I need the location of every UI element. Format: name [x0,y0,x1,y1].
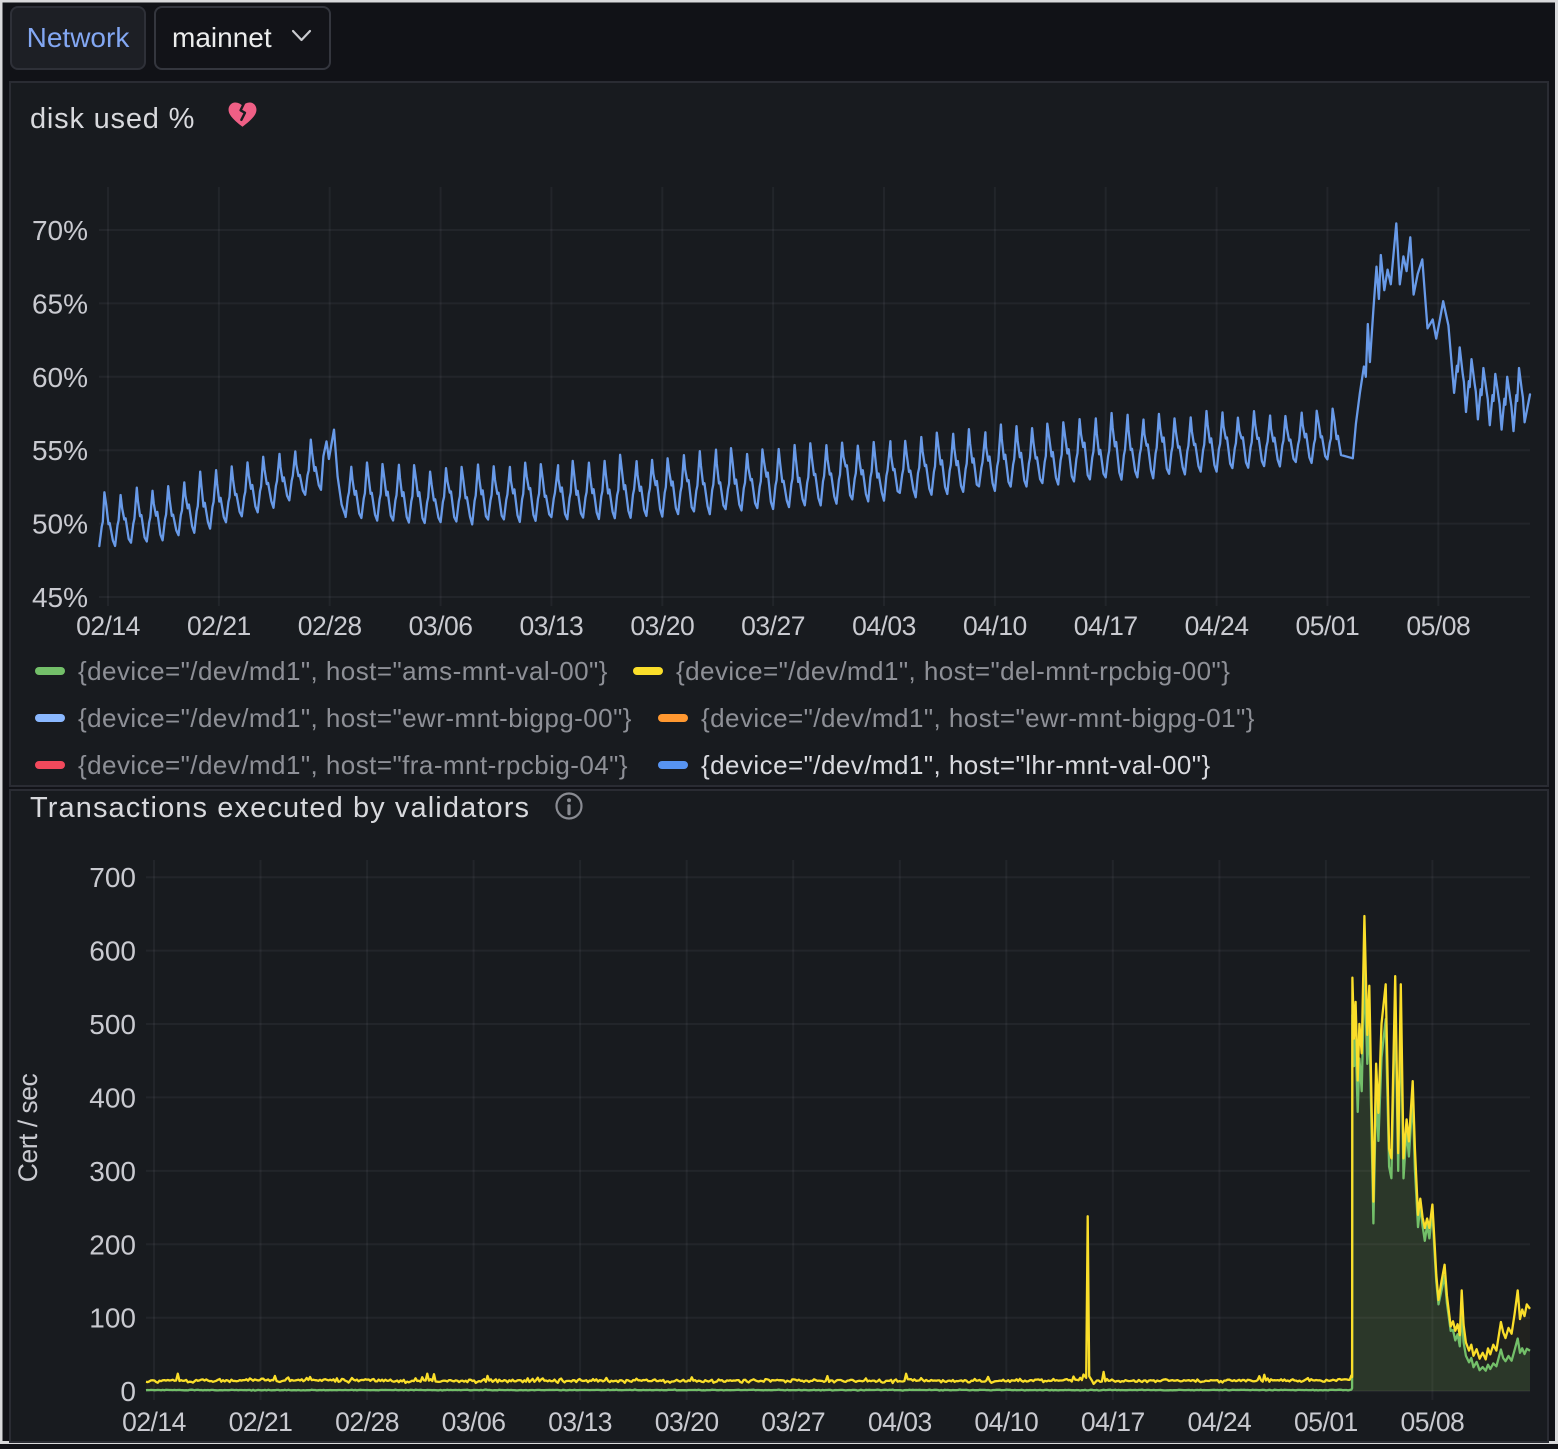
svg-text:300: 300 [89,1156,136,1187]
svg-text:700: 700 [89,862,136,893]
svg-text:600: 600 [89,936,136,967]
svg-text:200: 200 [89,1229,136,1260]
svg-text:60%: 60% [32,362,88,393]
svg-text:400: 400 [89,1082,136,1113]
svg-text:02/28: 02/28 [335,1407,399,1437]
svg-text:100: 100 [89,1303,136,1334]
svg-text:{device="/dev/md1", host="lhr-: {device="/dev/md1", host="lhr-mnt-val-00… [701,750,1211,780]
svg-text:03/06: 03/06 [409,611,473,641]
svg-text:03/20: 03/20 [630,611,694,641]
svg-text:70%: 70% [32,215,88,246]
svg-text:Network: Network [27,22,131,53]
svg-text:55%: 55% [32,435,88,466]
svg-text:02/14: 02/14 [76,611,140,641]
svg-text:03/27: 03/27 [741,611,805,641]
svg-text:{device="/dev/md1", host="ewr-: {device="/dev/md1", host="ewr-mnt-bigpg-… [701,703,1255,733]
svg-text:50%: 50% [32,509,88,540]
svg-text:500: 500 [89,1009,136,1040]
svg-text:04/10: 04/10 [963,611,1027,641]
svg-text:02/28: 02/28 [298,611,362,641]
svg-text:03/13: 03/13 [548,1407,612,1437]
svg-text:05/08: 05/08 [1400,1407,1464,1437]
svg-text:03/27: 03/27 [761,1407,825,1437]
svg-text:04/24: 04/24 [1185,611,1249,641]
svg-text:04/03: 04/03 [868,1407,932,1437]
svg-text:{device="/dev/md1", host="del-: {device="/dev/md1", host="del-mnt-rpcbig… [676,656,1230,686]
svg-text:05/01: 05/01 [1294,1407,1358,1437]
svg-text:{device="/dev/md1", host="fra-: {device="/dev/md1", host="fra-mnt-rpcbig… [78,750,628,780]
svg-text:{device="/dev/md1", host="ewr-: {device="/dev/md1", host="ewr-mnt-bigpg-… [78,703,632,733]
svg-text:0: 0 [120,1376,136,1407]
svg-text:02/21: 02/21 [187,611,251,641]
svg-text:45%: 45% [32,582,88,613]
svg-text:03/06: 03/06 [442,1407,506,1437]
svg-text:65%: 65% [32,288,88,319]
svg-text:Transactions executed by valid: Transactions executed by validators [30,792,530,824]
svg-text:02/14: 02/14 [122,1407,186,1437]
svg-text:disk used %: disk used % [30,103,195,135]
svg-text:mainnet: mainnet [172,22,272,53]
svg-text:05/08: 05/08 [1406,611,1470,641]
svg-text:Cert / sec: Cert / sec [13,1074,43,1183]
svg-text:03/20: 03/20 [655,1407,719,1437]
svg-text:02/21: 02/21 [229,1407,293,1437]
svg-text:04/17: 04/17 [1074,611,1138,641]
svg-text:04/03: 04/03 [852,611,916,641]
svg-text:04/17: 04/17 [1081,1407,1145,1437]
svg-text:05/01: 05/01 [1295,611,1359,641]
svg-text:04/24: 04/24 [1187,1407,1251,1437]
svg-text:{device="/dev/md1", host="ams-: {device="/dev/md1", host="ams-mnt-val-00… [78,656,608,686]
svg-text:04/10: 04/10 [974,1407,1038,1437]
svg-text:03/13: 03/13 [519,611,583,641]
